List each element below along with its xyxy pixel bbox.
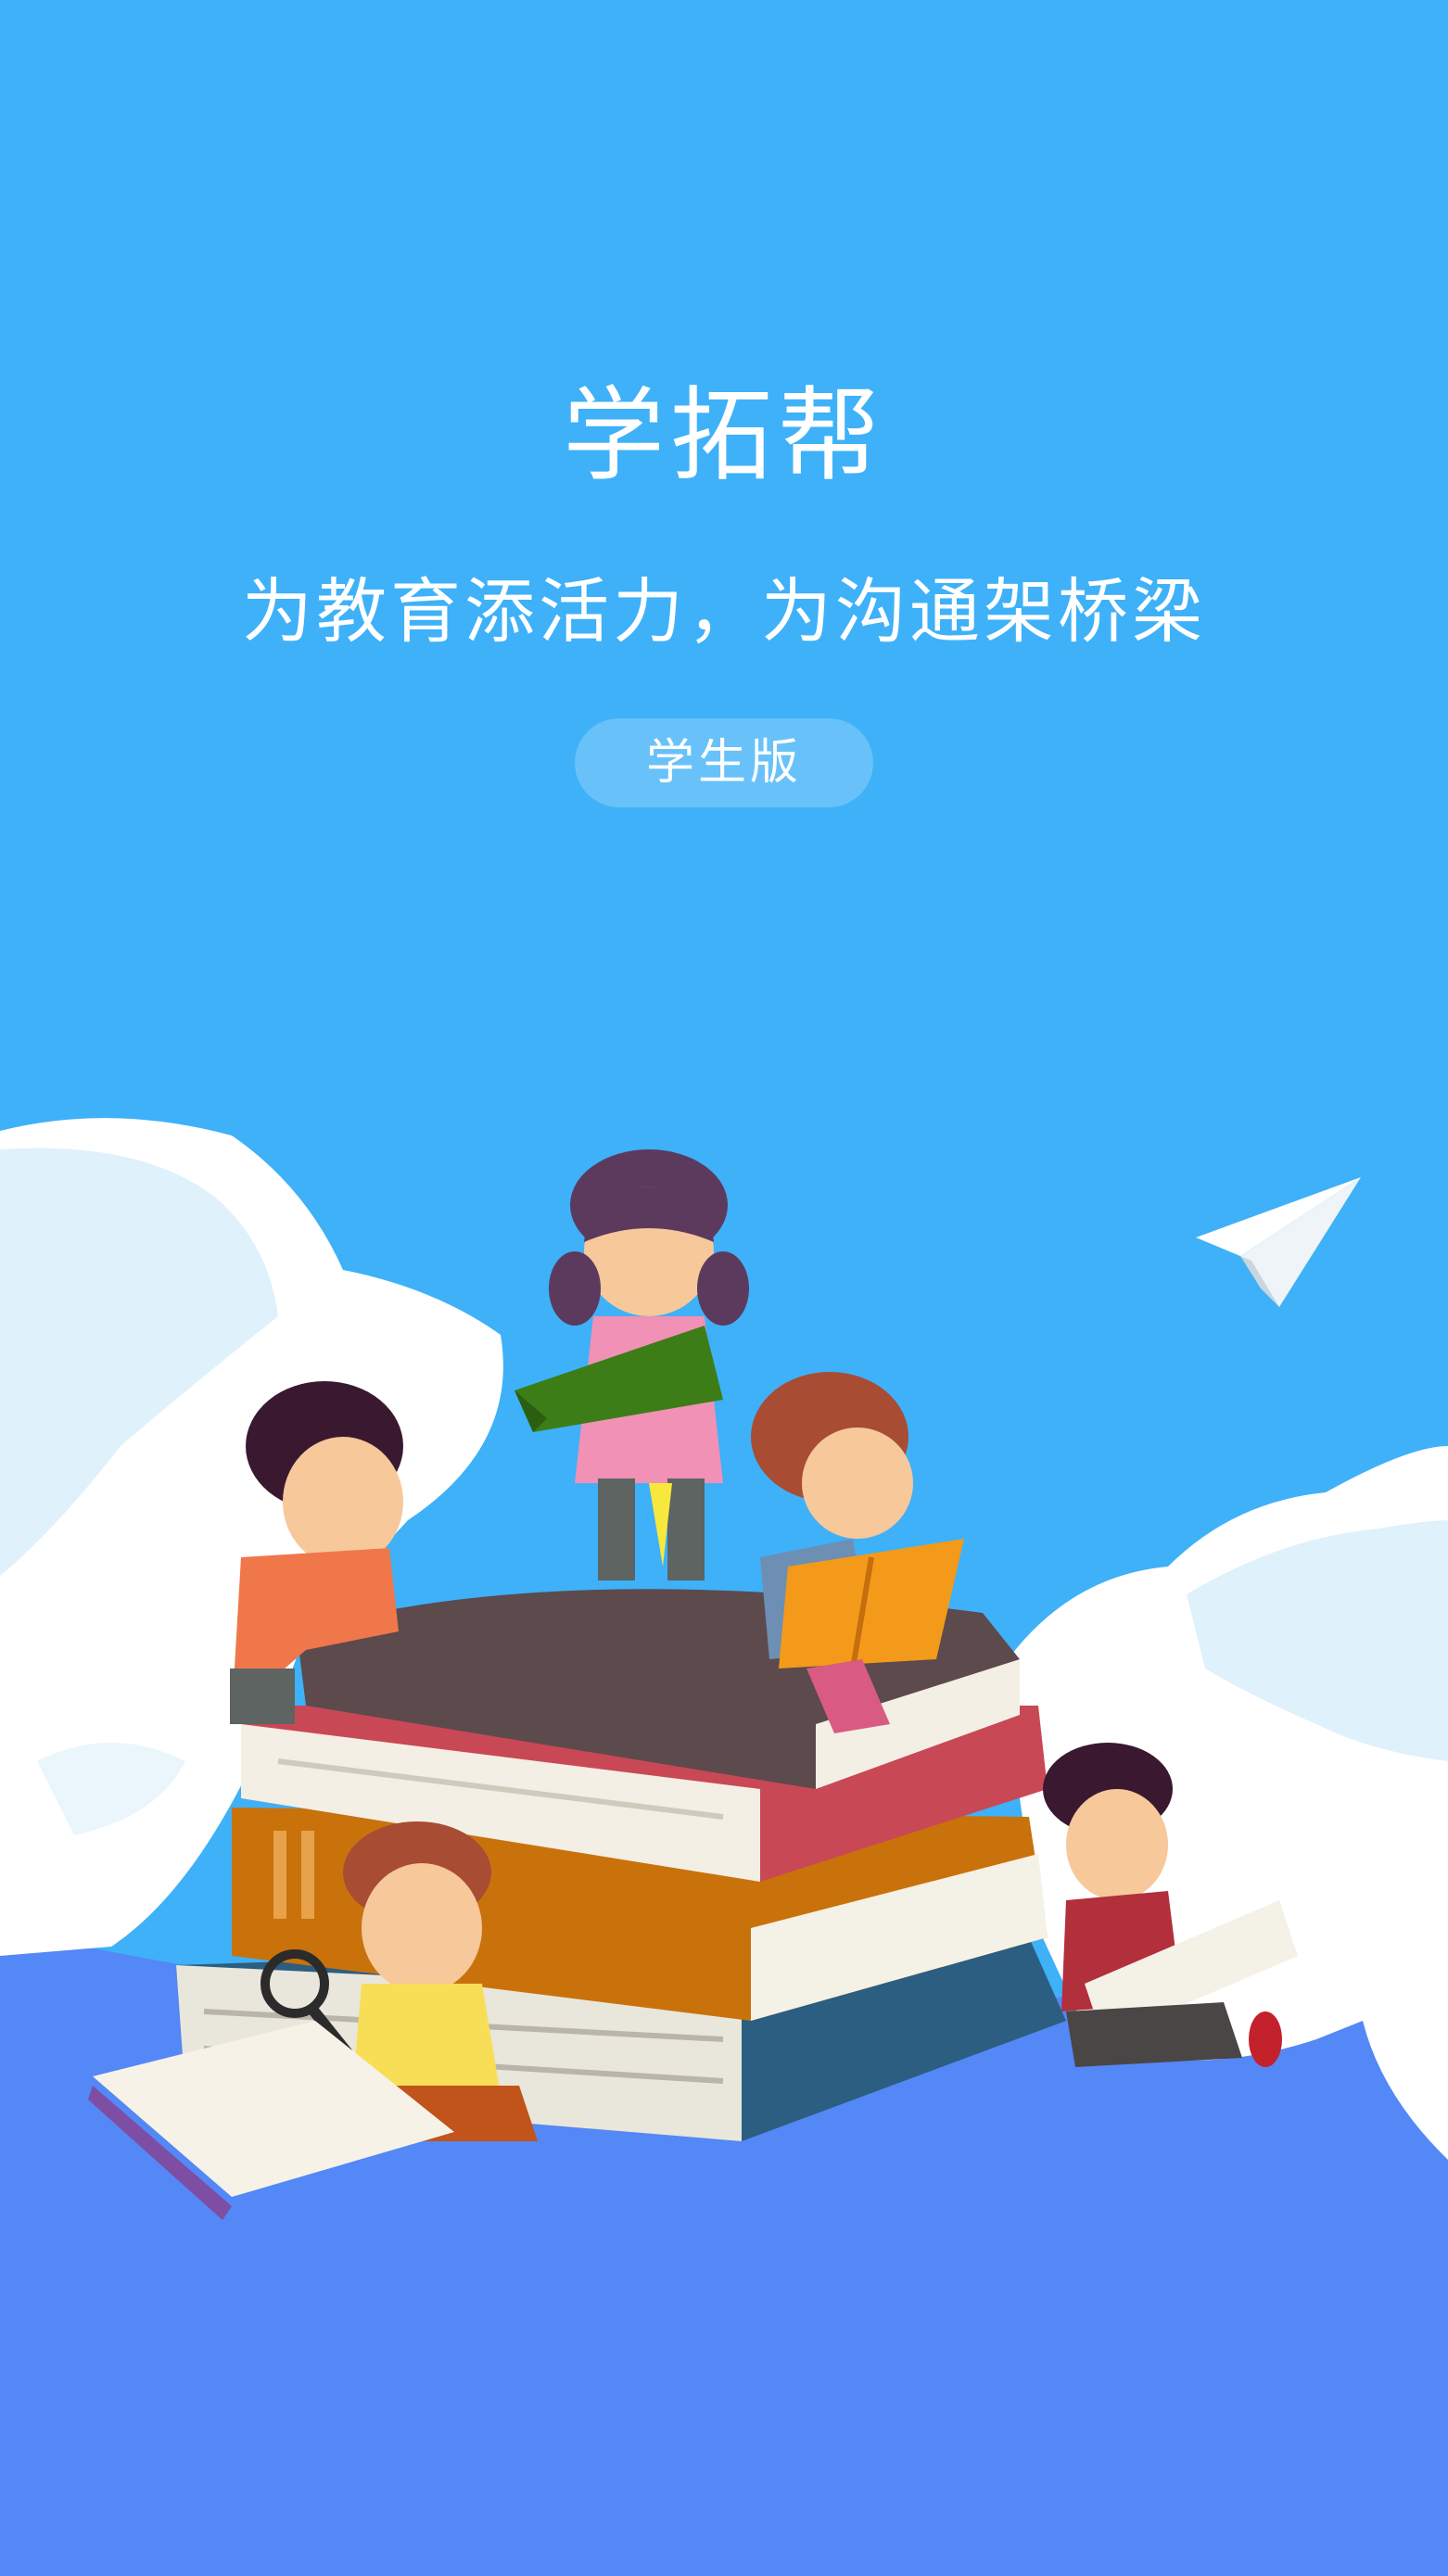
splash-screen: 学拓帮 为教育添活力，为沟通架桥梁 学生版	[0, 0, 1448, 2576]
child-standing	[514, 1149, 749, 1580]
paper-plane-icon	[1196, 1177, 1361, 1307]
edition-badge: 学生版	[575, 718, 873, 807]
app-slogan: 为教育添活力，为沟通架桥梁	[242, 570, 1206, 653]
app-title: 学拓帮	[563, 376, 885, 495]
